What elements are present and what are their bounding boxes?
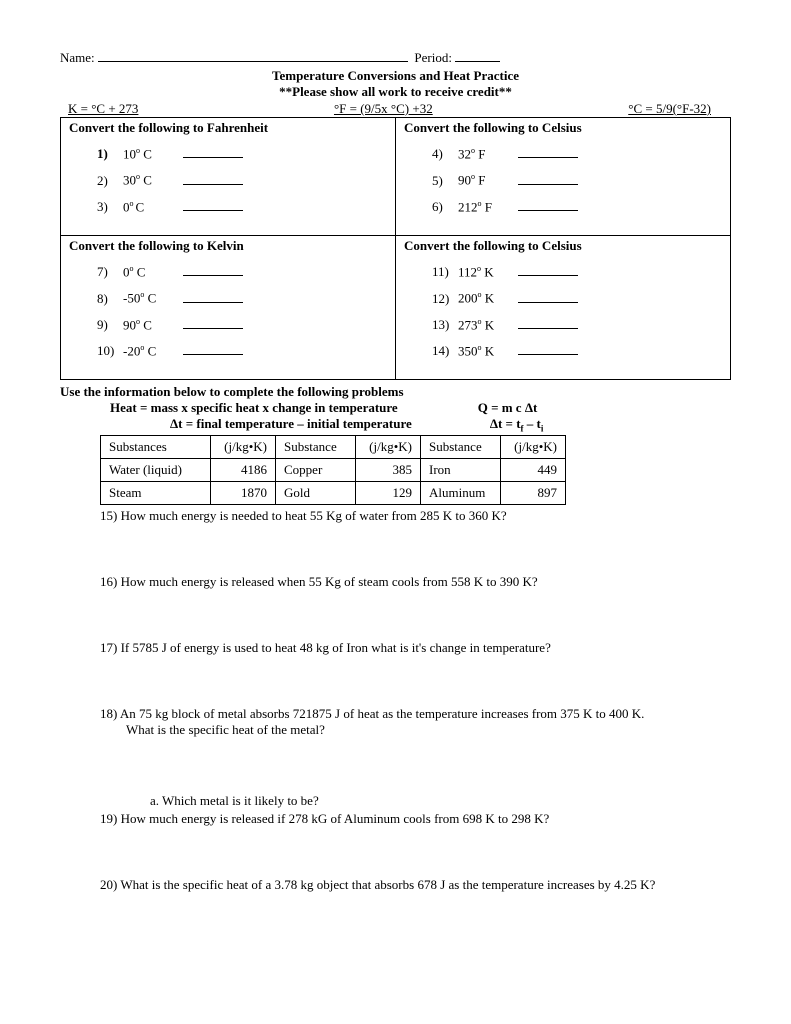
table-row: Water (liquid) 4186 Copper 385 Iron 449 [101, 458, 566, 481]
table-header: Substance [421, 435, 501, 458]
cell-heading: Convert the following to Celsius [404, 120, 722, 136]
table-header: Substance [276, 435, 356, 458]
heat-equation-symbol: Q = m c Δt [398, 400, 538, 416]
cell-heading: Convert the following to Fahrenheit [69, 120, 387, 136]
period-input-line[interactable] [455, 50, 500, 62]
list-item: 5)90o F [432, 172, 722, 188]
cell-heading: Convert the following to Kelvin [69, 238, 387, 254]
heat-formula-row: Heat = mass x specific heat x change in … [60, 400, 731, 416]
list-item: 10)-20o C [97, 343, 387, 359]
list-item: 7)0o C [97, 264, 387, 280]
list-item: 8)-50o C [97, 290, 387, 306]
list-item: 3)0o C [97, 199, 387, 215]
question-15: 15) How much energy is needed to heat 55… [100, 508, 731, 524]
question-16: 16) How much energy is released when 55 … [100, 574, 731, 590]
name-input-line[interactable] [98, 50, 408, 62]
page-subtitle: **Please show all work to receive credit… [60, 84, 731, 100]
cell-celsius-1: Convert the following to Celsius 4)32o F… [396, 118, 731, 236]
list-item: 9)90o C [97, 317, 387, 333]
answer-blank[interactable] [183, 292, 243, 303]
section-heading: Use the information below to complete th… [60, 384, 731, 400]
question-18: 18) An 75 kg block of metal absorbs 7218… [100, 706, 731, 738]
answer-blank[interactable] [183, 265, 243, 276]
formula-fahrenheit: °F = (9/5x °C) +32 [334, 101, 433, 117]
list-item: 13)273o K [432, 317, 722, 333]
answer-blank[interactable] [518, 147, 578, 158]
answer-blank[interactable] [183, 318, 243, 329]
table-header: (j/kg•K) [211, 435, 276, 458]
answer-blank[interactable] [183, 174, 243, 185]
list-item: 11)112o K [432, 264, 722, 280]
dt-symbol: Δt = tf – ti [412, 416, 544, 434]
list-item: 1)10o C [97, 146, 387, 162]
table-header: (j/kg•K) [501, 435, 566, 458]
header-line: Name: Period: [60, 50, 731, 66]
list-item: 2)30o C [97, 172, 387, 188]
answer-blank[interactable] [183, 147, 243, 158]
answer-blank[interactable] [518, 200, 578, 211]
answer-blank[interactable] [518, 318, 578, 329]
formula-row: K = °C + 273 °F = (9/5x °C) +32 °C = 5/9… [60, 101, 731, 117]
list-item: 12)200o K [432, 290, 722, 306]
formula-celsius: °C = 5/9(°F-32) [628, 101, 711, 117]
answer-blank[interactable] [518, 344, 578, 355]
answer-blank[interactable] [518, 174, 578, 185]
conversion-table: Convert the following to Fahrenheit 1)10… [60, 117, 731, 380]
formula-kelvin: K = °C + 273 [68, 101, 138, 117]
table-header: Substances [101, 435, 211, 458]
cell-celsius-2: Convert the following to Celsius 11)112o… [396, 235, 731, 379]
question-18a: a. Which metal is it likely to be? [150, 793, 731, 809]
list-item: 14)350o K [432, 343, 722, 359]
page-title: Temperature Conversions and Heat Practic… [60, 68, 731, 84]
name-label: Name: [60, 50, 95, 65]
answer-blank[interactable] [518, 292, 578, 303]
answer-blank[interactable] [183, 200, 243, 211]
question-20: 20) What is the specific heat of a 3.78 … [100, 877, 731, 893]
specific-heat-table: Substances (j/kg•K) Substance (j/kg•K) S… [100, 435, 566, 505]
answer-blank[interactable] [183, 344, 243, 355]
period-label: Period: [414, 50, 452, 65]
answer-blank[interactable] [518, 265, 578, 276]
cell-heading: Convert the following to Celsius [404, 238, 722, 254]
list-item: 4)32o F [432, 146, 722, 162]
table-header: (j/kg•K) [356, 435, 421, 458]
dt-formula-row: Δt = final temperature – initial tempera… [60, 416, 731, 434]
question-17: 17) If 5785 J of energy is used to heat … [100, 640, 731, 656]
table-row: Steam 1870 Gold 129 Aluminum 897 [101, 481, 566, 504]
question-19: 19) How much energy is released if 278 k… [100, 811, 731, 827]
dt-text: Δt = final temperature – initial tempera… [60, 416, 412, 434]
heat-equation-text: Heat = mass x specific heat x change in … [60, 400, 398, 416]
list-item: 6)212o F [432, 199, 722, 215]
cell-kelvin: Convert the following to Kelvin 7)0o C 8… [61, 235, 396, 379]
cell-fahrenheit: Convert the following to Fahrenheit 1)10… [61, 118, 396, 236]
